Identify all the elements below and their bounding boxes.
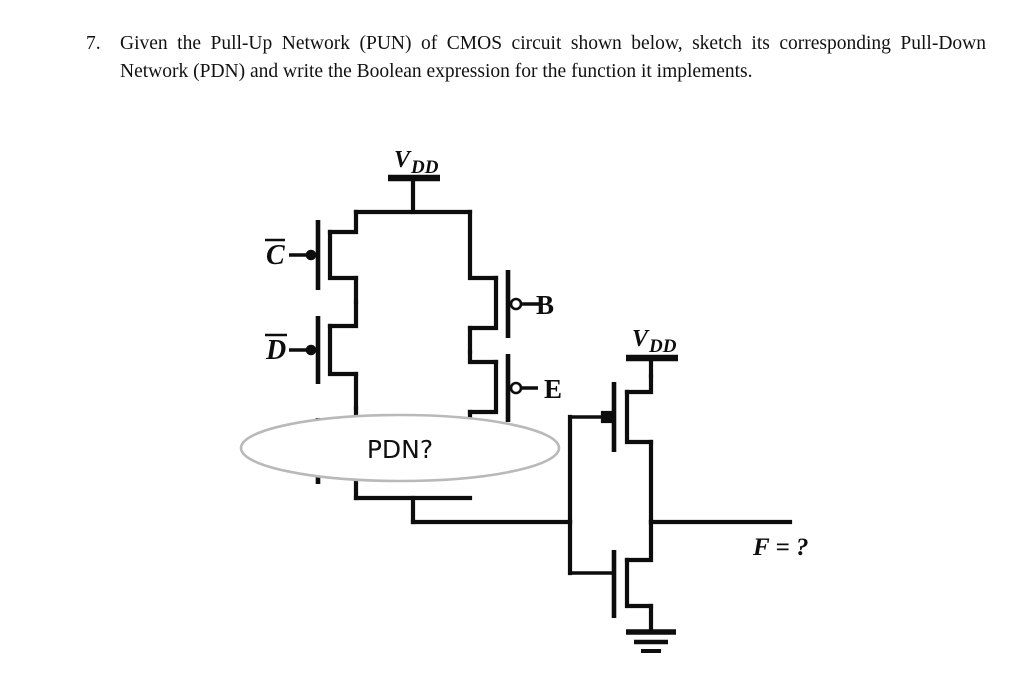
pmos-dbar: D (265, 299, 359, 411)
ground-symbol (626, 629, 676, 653)
pmos-b-gate-bubble (509, 297, 523, 311)
pmos-e-top-lead (467, 349, 499, 365)
question-block: 7. Given the Pull-Up Network (PUN) of CM… (86, 30, 986, 86)
inverter-nmos-drain-lead (624, 519, 654, 563)
vdd-pun-label-v: V (394, 147, 412, 173)
pmos-dbar-top-lead (327, 299, 359, 329)
inverter-nmos (570, 519, 654, 635)
vdd-inverter-supply: V DD (626, 326, 678, 379)
circuit-figure: V DD C D A (0, 130, 1024, 690)
pmos-b: B (467, 209, 554, 355)
pmos-cbar: C (265, 209, 359, 305)
pmos-b-top-lead (467, 209, 499, 281)
inverter-pmos-channel (624, 389, 654, 445)
vdd-pun-supply: V DD (388, 147, 440, 215)
pmos-cbar-gate-bubble (305, 249, 317, 261)
output-label: F = ? (752, 534, 808, 561)
inverter-pmos (570, 373, 654, 525)
pmos-cbar-top-lead (327, 209, 359, 235)
inverter-pmos-source-lead (624, 373, 654, 395)
pmos-dbar-channel (327, 323, 359, 377)
pmos-cbar-channel (327, 229, 359, 281)
pun-output-node (353, 495, 573, 525)
pmos-e-channel (467, 359, 499, 415)
pmos-e-gate-bubble (509, 381, 523, 395)
question-text: Given the Pull-Up Network (PUN) of CMOS … (120, 33, 986, 82)
pmos-b-channel (467, 275, 499, 331)
cmos-circuit-diagram: V DD C D A (239, 147, 808, 653)
pmos-b-label: B (536, 290, 554, 320)
vdd-inverter-label-v: V (632, 326, 650, 352)
pdn-placeholder[interactable]: PDN? (239, 413, 561, 483)
inverter-nmos-channel (624, 557, 654, 609)
pmos-dbar-label: D (265, 335, 286, 366)
question-number: 7. (86, 33, 101, 54)
pmos-dbar-gate-bubble (305, 344, 317, 356)
question-row: 7. Given the Pull-Up Network (PUN) of CM… (86, 30, 986, 86)
pdn-placeholder-label: PDN? (367, 435, 433, 464)
pmos-e-label: E (544, 374, 562, 404)
pmos-cbar-label: C (266, 240, 285, 271)
vdd-inverter-label-sub: DD (648, 336, 677, 357)
